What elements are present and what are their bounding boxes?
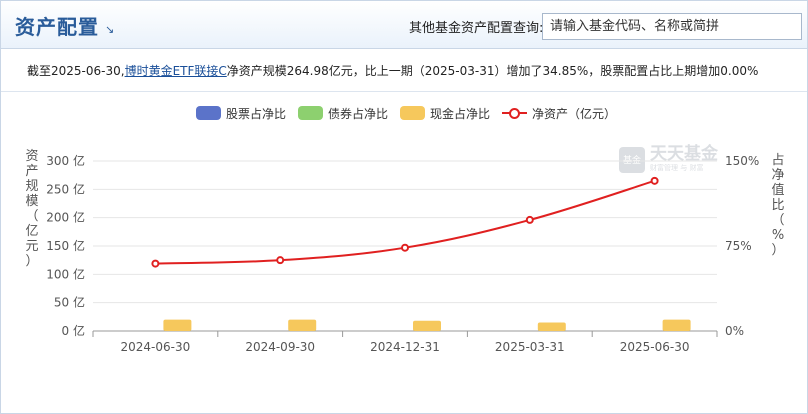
left-tick-label: 250 亿 xyxy=(46,181,85,196)
right-tick-label: 75% xyxy=(725,239,752,253)
right-tick-label: 0% xyxy=(725,324,744,338)
net-assets-point xyxy=(650,176,659,185)
x-tick-label: 2025-06-30 xyxy=(620,340,690,354)
x-tick-label: 2024-09-30 xyxy=(245,340,315,354)
bar-cash xyxy=(413,320,441,331)
right-tick-label: 150% xyxy=(725,154,759,168)
bar-cash xyxy=(537,322,566,331)
left-tick-label: 0 亿 xyxy=(62,323,85,338)
left-tick-label: 150 亿 xyxy=(46,238,85,253)
bar-cash xyxy=(288,319,317,331)
net-assets-point xyxy=(276,256,285,265)
asset-chart: 0 亿 50 亿 100 亿 150 亿 200 亿 250 亿 300 亿 0% 75% 150… xyxy=(46,153,759,354)
x-tick-label: 2024-12-31 xyxy=(370,340,440,354)
net-assets-point xyxy=(525,215,534,224)
net-assets-point xyxy=(151,259,160,268)
x-tick-label: 2024-06-30 xyxy=(121,340,191,354)
bar-cash xyxy=(163,319,192,331)
left-tick-label: 300 亿 xyxy=(46,153,85,168)
asset-allocation-panel: 资产配置 ↘ 其他基金资产配置查询: 截至2025-06-30,博时黄金ETF联… xyxy=(0,0,808,414)
left-tick-label: 50 亿 xyxy=(54,295,85,310)
left-tick-label: 200 亿 xyxy=(46,210,85,225)
bar-cash xyxy=(662,319,691,331)
x-tick-label: 2025-03-31 xyxy=(495,340,565,354)
left-tick-label: 100 亿 xyxy=(46,266,85,281)
net-assets-point xyxy=(401,243,409,252)
